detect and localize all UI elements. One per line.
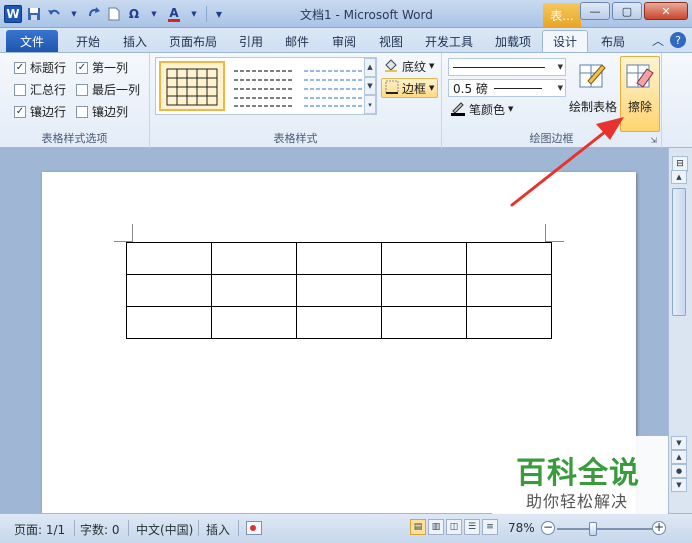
status-separator: [238, 520, 239, 536]
draft-icon[interactable]: ≡: [482, 519, 498, 535]
watermark: 百科全说 助你轻松解决: [492, 436, 668, 514]
page-count[interactable]: 页面: 1/1: [14, 521, 65, 538]
full-screen-reading-icon[interactable]: ▥: [428, 519, 444, 535]
language[interactable]: 中文(中国): [136, 521, 193, 538]
outline-icon[interactable]: ☰: [464, 519, 480, 535]
watermark-subtitle: 助你轻松解决: [526, 492, 629, 511]
status-separator: [74, 520, 75, 536]
word-count[interactable]: 字数: 0: [80, 521, 120, 538]
insert-mode[interactable]: 插入: [206, 521, 230, 538]
macro-record-icon[interactable]: [246, 521, 262, 535]
watermark-title: 百科全说: [516, 456, 640, 491]
zoom-out-icon[interactable]: −: [541, 521, 555, 535]
zoom-level[interactable]: 78%: [508, 521, 535, 535]
view-buttons: ▤ ▥ ◫ ☰ ≡: [410, 519, 498, 535]
zoom-slider-track[interactable]: [557, 528, 652, 530]
macro-dot: [250, 525, 256, 531]
print-layout-icon[interactable]: ▤: [410, 519, 426, 535]
status-separator: [128, 520, 129, 536]
web-layout-icon[interactable]: ◫: [446, 519, 462, 535]
zoom-in-icon[interactable]: +: [652, 521, 666, 535]
status-bar: 页面: 1/1 字数: 0 中文(中国) 插入 ▤ ▥ ◫ ☰ ≡ 78% − …: [0, 513, 692, 543]
zoom-slider-thumb[interactable]: [589, 522, 597, 536]
status-separator: [198, 520, 199, 536]
